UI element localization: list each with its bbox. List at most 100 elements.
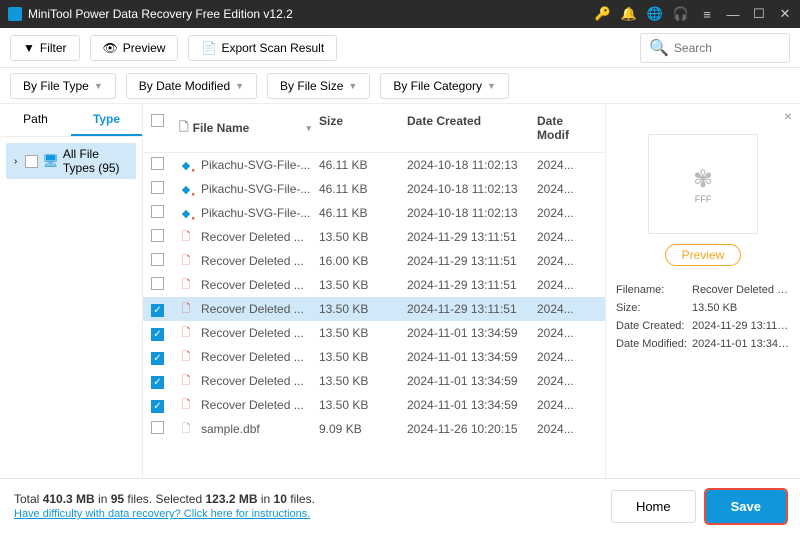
- close-preview-icon[interactable]: ×: [784, 108, 792, 124]
- table-row[interactable]: ✓🗋Recover Deleted ...13.50 KB2024-11-01 …: [143, 321, 605, 345]
- globe-icon[interactable]: 🌐: [648, 7, 662, 21]
- row-checkbox[interactable]: [151, 277, 164, 290]
- file-type-icon: 🗋: [179, 374, 193, 388]
- file-name: Recover Deleted ...: [201, 278, 304, 292]
- file-size: 46.11 KB: [319, 182, 407, 196]
- row-checkbox[interactable]: [151, 157, 164, 170]
- filter-date-modified[interactable]: By Date Modified ▼: [126, 73, 257, 99]
- file-name: Recover Deleted ...: [201, 230, 304, 244]
- file-modified: 2024...: [537, 254, 597, 268]
- file-created: 2024-11-29 13:11:51: [407, 278, 537, 292]
- file-created: 2024-10-18 11:02:13: [407, 182, 537, 196]
- preview-button[interactable]: 👁Preview: [90, 35, 179, 61]
- row-checkbox[interactable]: ✓: [151, 352, 164, 365]
- file-name: Recover Deleted ...: [201, 254, 304, 268]
- chevron-down-icon: ▼: [348, 81, 357, 91]
- table-row[interactable]: ✓🗋Recover Deleted ...13.50 KB2024-11-01 …: [143, 369, 605, 393]
- tree-all-file-types[interactable]: › 🖥 All File Types (95): [6, 143, 136, 179]
- preview-pane: × ✾ FFF Preview Filename: Recover Delete…: [605, 104, 800, 478]
- titlebar: MiniTool Power Data Recovery Free Editio…: [0, 0, 800, 28]
- column-date-modified[interactable]: Date Modif: [537, 114, 597, 142]
- column-size[interactable]: Size: [319, 114, 407, 142]
- column-date-created[interactable]: Date Created: [407, 114, 537, 142]
- row-checkbox[interactable]: [151, 421, 164, 434]
- file-size: 13.50 KB: [319, 326, 407, 340]
- filter-file-size[interactable]: By File Size ▼: [267, 73, 370, 99]
- close-icon[interactable]: ✕: [778, 7, 792, 21]
- table-row[interactable]: 🗋Recover Deleted ...16.00 KB2024-11-29 1…: [143, 249, 605, 273]
- table-row[interactable]: ◆Pikachu-SVG-File-...46.11 KB2024-10-18 …: [143, 201, 605, 225]
- tree-checkbox[interactable]: [25, 155, 38, 168]
- row-checkbox[interactable]: [151, 181, 164, 194]
- file-type-icon: 🗋: [179, 326, 193, 340]
- preview-file-button[interactable]: Preview: [665, 244, 742, 266]
- export-icon: 📄: [201, 41, 216, 55]
- row-checkbox[interactable]: [151, 253, 164, 266]
- file-size: 9.09 KB: [319, 422, 407, 436]
- table-row[interactable]: ◆Pikachu-SVG-File-...46.11 KB2024-10-18 …: [143, 177, 605, 201]
- file-name: Pikachu-SVG-File-...: [201, 206, 310, 220]
- toolbar: ▼Filter 👁Preview 📄Export Scan Result 🔍: [0, 28, 800, 68]
- help-link[interactable]: Have difficulty with data recovery? Clic…: [14, 508, 310, 520]
- app-title: MiniTool Power Data Recovery Free Editio…: [28, 7, 596, 21]
- file-modified: 2024...: [537, 398, 597, 412]
- column-name[interactable]: 🗋File Name▾: [179, 114, 319, 142]
- filter-file-type[interactable]: By File Type ▼: [10, 73, 116, 99]
- table-row[interactable]: ✓🗋Recover Deleted ...13.50 KB2024-11-01 …: [143, 393, 605, 417]
- file-size: 13.50 KB: [319, 374, 407, 388]
- row-checkbox[interactable]: [151, 205, 164, 218]
- file-modified: 2024...: [537, 182, 597, 196]
- maximize-icon[interactable]: ☐: [752, 7, 766, 21]
- file-name: Recover Deleted ...: [201, 302, 304, 316]
- export-button[interactable]: 📄Export Scan Result: [188, 35, 337, 61]
- row-checkbox[interactable]: ✓: [151, 376, 164, 389]
- search-input[interactable]: [674, 41, 781, 55]
- filter-button[interactable]: ▼Filter: [10, 35, 80, 61]
- row-checkbox[interactable]: ✓: [151, 328, 164, 341]
- table-row[interactable]: 🗋sample.dbf9.09 KB2024-11-26 10:20:15202…: [143, 417, 605, 441]
- file-type-icon: 🗋: [179, 422, 193, 436]
- file-created: 2024-11-29 13:11:51: [407, 302, 537, 316]
- meta-label-size: Size:: [616, 302, 688, 314]
- file-type-icon: ◆: [179, 158, 193, 172]
- file-modified: 2024...: [537, 278, 597, 292]
- table-row[interactable]: 🗋Recover Deleted ...13.50 KB2024-11-29 1…: [143, 225, 605, 249]
- bell-icon[interactable]: 🔔: [622, 7, 636, 21]
- file-modified: 2024...: [537, 230, 597, 244]
- filter-file-category[interactable]: By File Category ▼: [380, 73, 509, 99]
- tab-type[interactable]: Type: [71, 104, 142, 136]
- file-type-icon: 🗋: [179, 398, 193, 412]
- file-type-icon: 🗋: [179, 278, 193, 292]
- row-checkbox[interactable]: [151, 229, 164, 242]
- file-name: Recover Deleted ...: [201, 350, 304, 364]
- table-row[interactable]: ✓ 🗋 Recover Deleted ... 13.50 KB2024-11-29 …: [143, 297, 605, 321]
- table-row[interactable]: ✓🗋Recover Deleted ...13.50 KB2024-11-01 …: [143, 345, 605, 369]
- row-checkbox[interactable]: ✓: [151, 304, 164, 317]
- eye-icon: 👁: [103, 41, 118, 55]
- table-row[interactable]: 🗋Recover Deleted ...13.50 KB2024-11-29 1…: [143, 273, 605, 297]
- aperture-icon: ✾: [693, 165, 713, 194]
- minimize-icon[interactable]: ―: [726, 7, 740, 21]
- funnel-icon: ▼: [23, 41, 35, 55]
- tab-path[interactable]: Path: [0, 104, 71, 136]
- file-modified: 2024...: [537, 374, 597, 388]
- footer: Total 410.3 MB in 95 files. Selected 123…: [0, 478, 800, 533]
- chevron-right-icon[interactable]: ›: [10, 156, 21, 167]
- select-all-checkbox[interactable]: [151, 114, 164, 127]
- home-button[interactable]: Home: [611, 490, 696, 523]
- table-row[interactable]: ◆Pikachu-SVG-File-...46.11 KB2024-10-18 …: [143, 153, 605, 177]
- app-logo-icon: [8, 7, 22, 21]
- file-size: 13.50 KB: [319, 302, 407, 316]
- file-type-icon: 🗋: [179, 302, 193, 316]
- menu-icon[interactable]: ≡: [700, 7, 714, 21]
- file-type-icon: 🗋: [179, 350, 193, 364]
- search-box[interactable]: 🔍: [640, 33, 790, 63]
- file-name: Recover Deleted ...: [201, 374, 304, 388]
- row-checkbox[interactable]: ✓: [151, 400, 164, 413]
- headset-icon[interactable]: 🎧: [674, 7, 688, 21]
- file-type-icon: 🗋: [179, 230, 193, 244]
- key-icon[interactable]: 🔑: [596, 7, 610, 21]
- file-created: 2024-11-29 13:11:51: [407, 230, 537, 244]
- chevron-down-icon: ▼: [94, 81, 103, 91]
- save-button[interactable]: Save: [706, 490, 786, 523]
